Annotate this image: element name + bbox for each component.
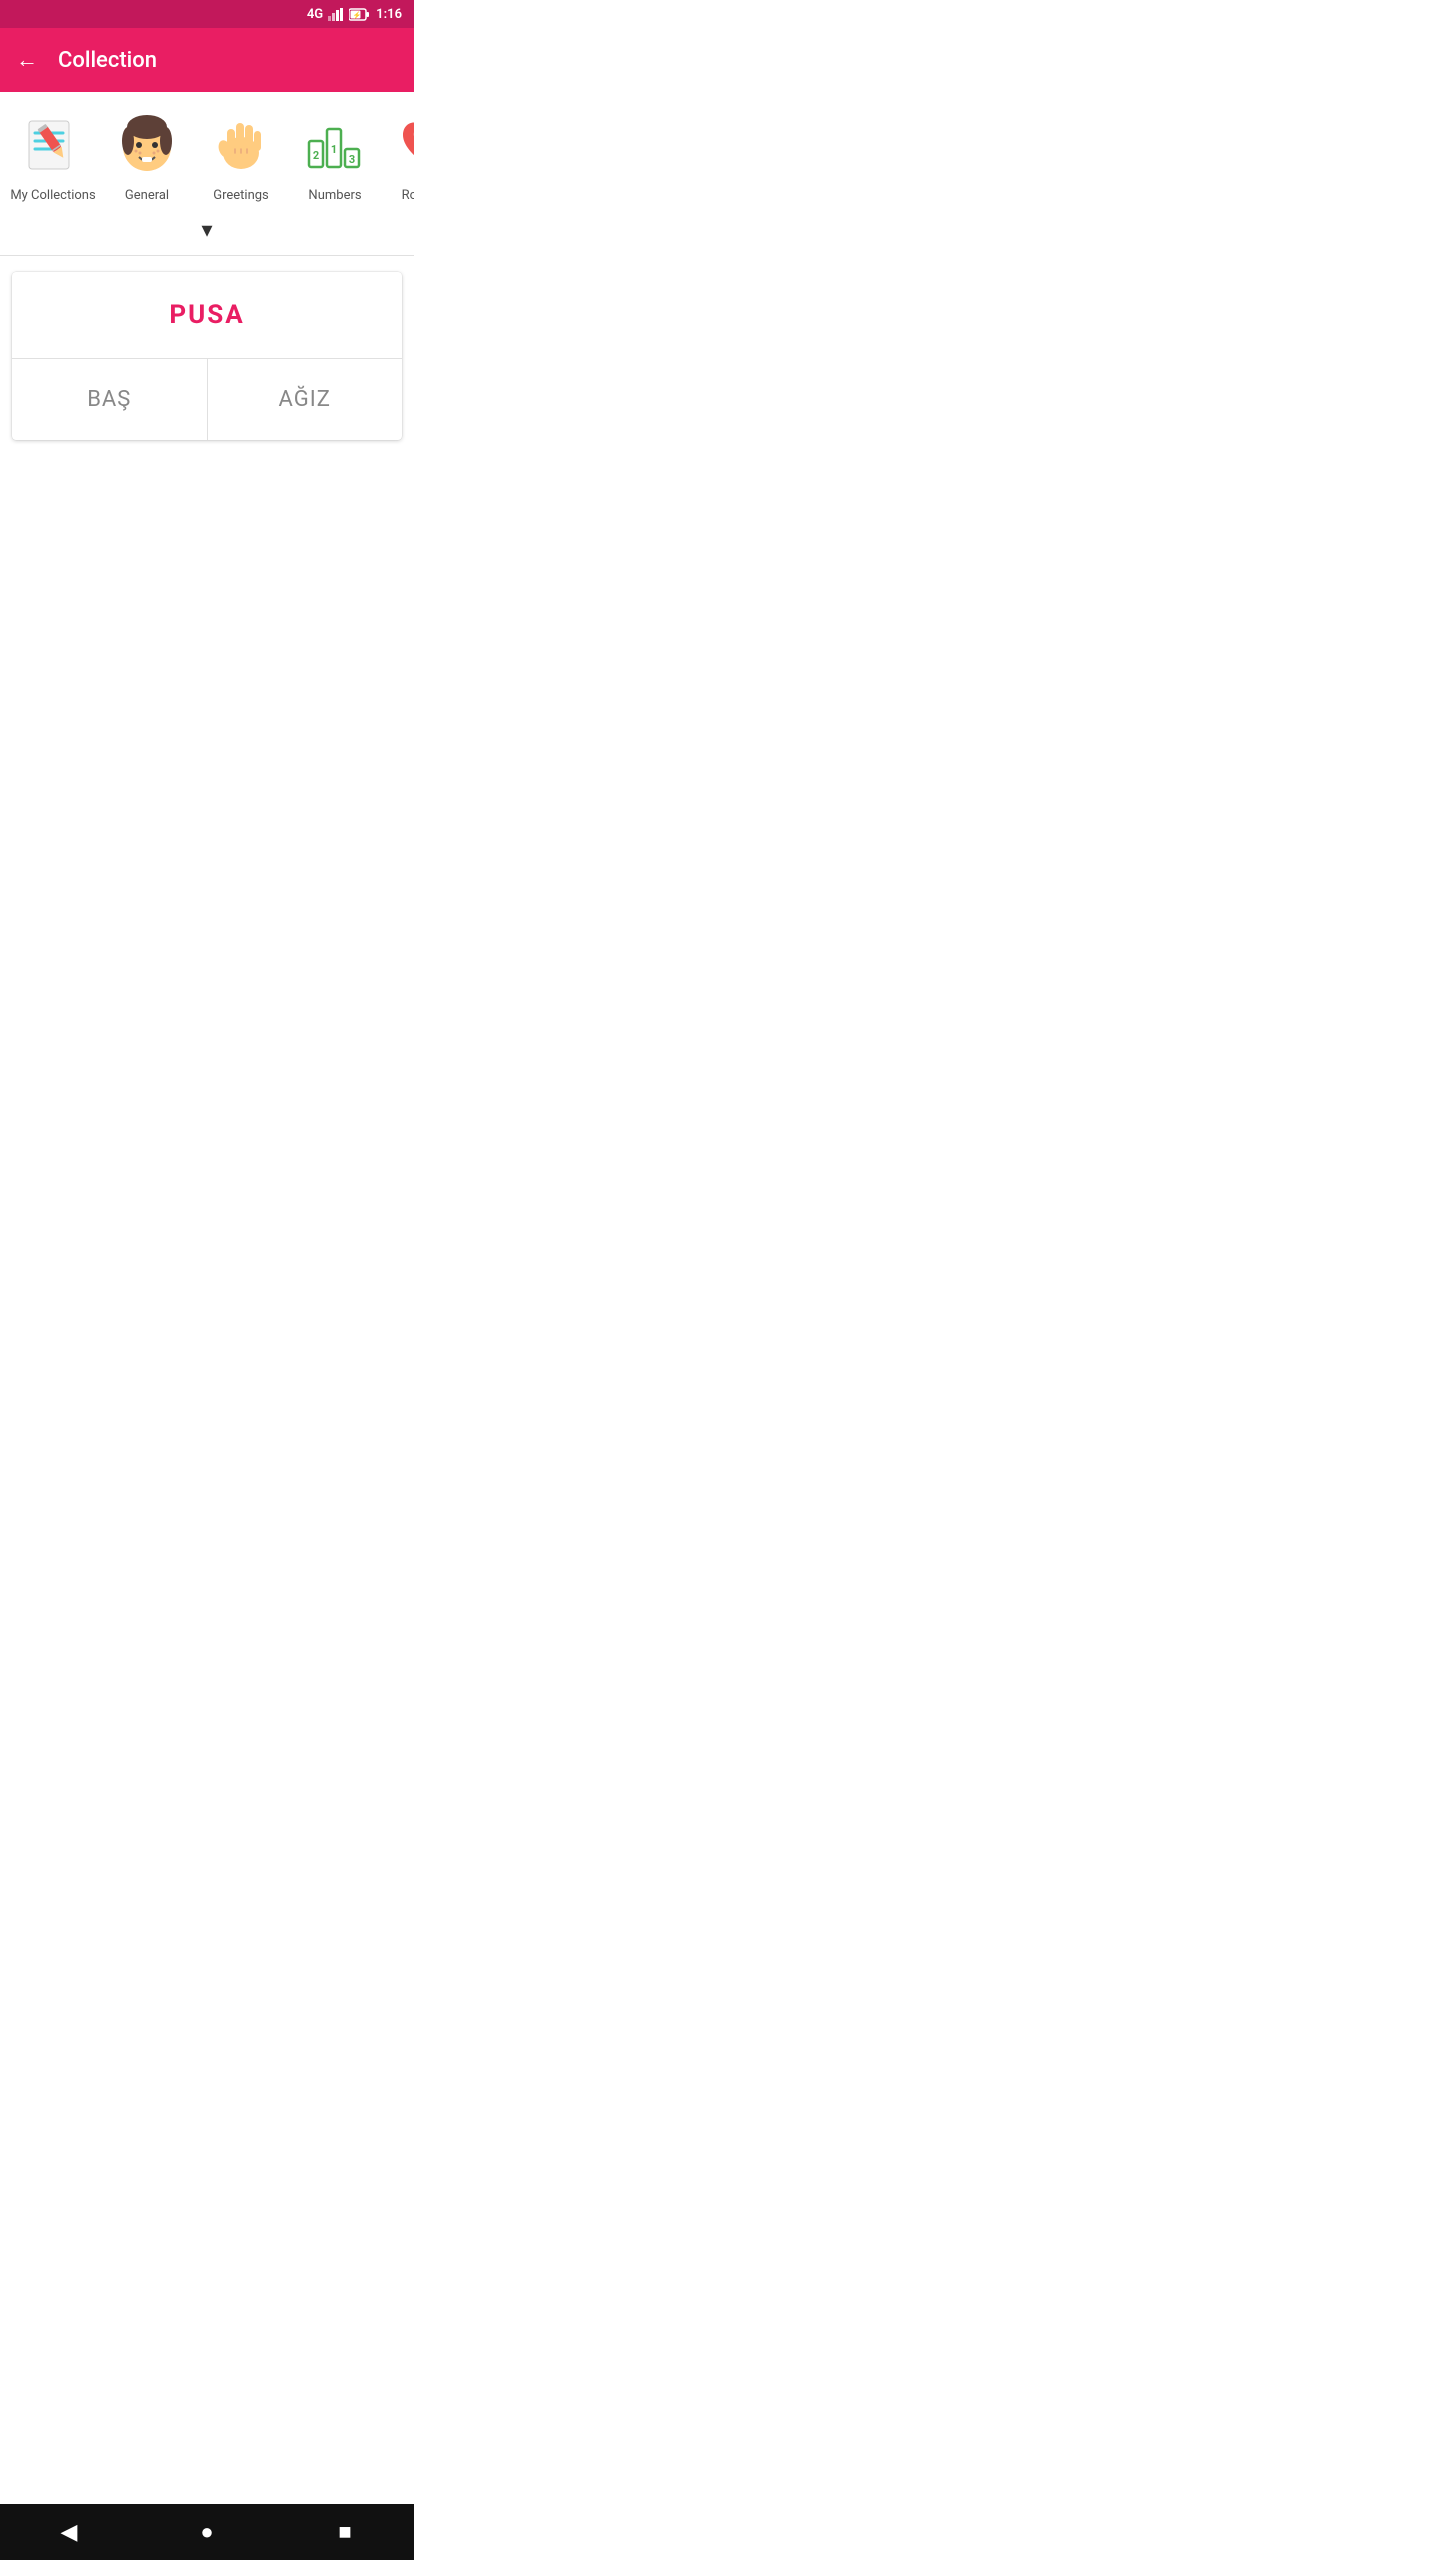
card-main-word: PUSA	[169, 300, 244, 330]
heart-icon	[397, 113, 414, 177]
romance-label: Romance	[402, 188, 414, 204]
girl-face-icon	[115, 113, 179, 177]
nav-back-button[interactable]: ◀	[41, 2504, 97, 2560]
notebook-pencil-icon	[21, 113, 85, 177]
svg-text:3: 3	[349, 153, 355, 166]
card-top[interactable]: PUSA	[12, 272, 402, 359]
card-left-word: BAŞ	[87, 387, 131, 412]
nav-recents-button[interactable]: ■	[317, 2504, 373, 2560]
greetings-icon-wrapper	[204, 108, 278, 182]
app-bar: ← Collection	[0, 28, 414, 92]
bottom-nav: ◀ ● ■	[0, 2504, 414, 2560]
general-icon-wrapper	[110, 108, 184, 182]
svg-text:1: 1	[331, 143, 337, 156]
card-right-word: AĞIZ	[279, 387, 331, 412]
signal-label: 4G	[307, 7, 323, 22]
app-bar-title: Collection	[58, 48, 157, 73]
status-icons: 4G ⚡ 1:16	[307, 7, 402, 22]
chevron-down-section[interactable]: ▾	[0, 212, 414, 255]
card-bottom: BAŞ AĞIZ	[12, 359, 402, 440]
romance-icon-wrapper	[392, 108, 414, 182]
time-label: 1:16	[376, 7, 402, 22]
greetings-label: Greetings	[213, 188, 269, 204]
flashcard[interactable]: PUSA BAŞ AĞIZ	[12, 272, 402, 440]
nav-home-button[interactable]: ●	[179, 2504, 235, 2560]
numbers-chart-icon: 2 1 3	[303, 113, 367, 177]
back-button[interactable]: ←	[16, 47, 38, 73]
numbers-icon-wrapper: 2 1 3	[298, 108, 372, 182]
status-bar: 4G ⚡ 1:16	[0, 0, 414, 28]
categories-row: My Collections	[0, 92, 414, 212]
category-romance[interactable]: Romance	[384, 108, 414, 204]
chevron-down-icon[interactable]: ▾	[201, 218, 212, 243]
category-numbers[interactable]: 2 1 3 Numbers	[290, 108, 380, 204]
card-right-option[interactable]: AĞIZ	[208, 359, 403, 440]
waving-hand-icon	[209, 113, 273, 177]
battery-icon: ⚡	[349, 8, 371, 21]
svg-text:⚡: ⚡	[353, 10, 362, 19]
my-collections-icon-wrapper	[16, 108, 90, 182]
card-left-option[interactable]: BAŞ	[12, 359, 208, 440]
general-label: General	[125, 188, 169, 204]
signal-icon	[328, 8, 344, 21]
my-collections-label: My Collections	[10, 188, 95, 204]
category-general[interactable]: General	[102, 108, 192, 204]
numbers-label: Numbers	[308, 188, 361, 204]
divider	[0, 255, 414, 256]
category-greetings[interactable]: Greetings	[196, 108, 286, 204]
svg-text:2: 2	[313, 149, 319, 162]
category-my-collections[interactable]: My Collections	[8, 108, 98, 204]
